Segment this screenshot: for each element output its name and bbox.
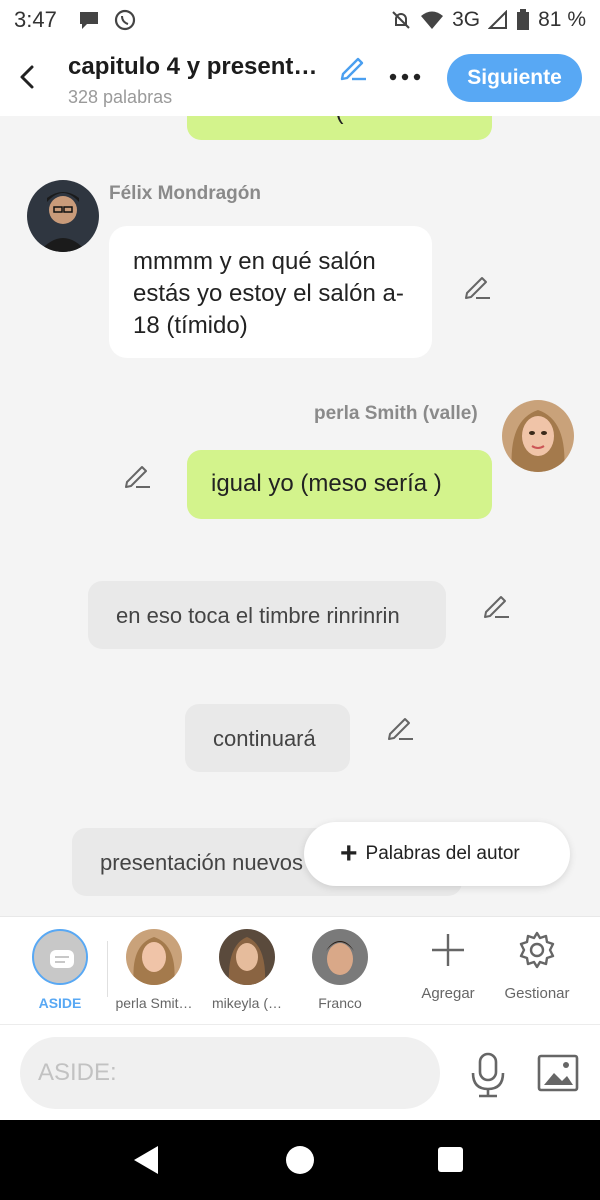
narration-bubble[interactable]: continuará — [185, 704, 350, 772]
battery-icon — [517, 9, 530, 30]
word-count: 328 palabras — [68, 87, 173, 107]
composer — [0, 1024, 600, 1120]
edit-message-pencil-icon[interactable] — [462, 271, 492, 301]
avatar-felix[interactable] — [27, 180, 99, 252]
manage-characters-button[interactable]: Gestionar — [492, 917, 582, 1025]
avatar-perla[interactable] — [502, 400, 574, 472]
add-character-button[interactable]: Agregar — [403, 917, 493, 1025]
signal-icon — [488, 10, 508, 29]
whatsapp-icon — [114, 9, 135, 31]
character-bar: ASIDE perla Smit… mikeyla (… Franco Agre… — [0, 916, 600, 1024]
character-name: perla Smith (valle) — [314, 403, 478, 424]
character-label: perla Smit… — [115, 995, 193, 1011]
character-name: Félix Mondragón — [109, 183, 261, 204]
message-text: ( — [336, 116, 344, 125]
status-bar: 3:47 3G 81 % — [0, 0, 600, 40]
story-header: capitulo 4 y present… 328 palabras Sigui… — [0, 40, 600, 116]
manage-label: Gestionar — [504, 985, 570, 1002]
character-label: Franco — [318, 995, 362, 1011]
more-options-icon[interactable] — [387, 62, 423, 92]
mute-icon — [392, 11, 410, 29]
battery-level: 81 % — [538, 8, 586, 31]
character-label: mikeyla (… — [211, 995, 282, 1011]
edit-message-pencil-icon[interactable] — [385, 712, 415, 742]
nav-home-icon[interactable] — [286, 1146, 314, 1174]
message-bubble[interactable]: igual yo (meso sería ) — [187, 450, 492, 519]
author-words-button[interactable]: + Palabras del autor — [304, 822, 570, 886]
message-bubble-partial[interactable]: ( — [187, 116, 492, 140]
message-text: continuará — [213, 726, 316, 751]
gear-icon — [519, 931, 555, 969]
divider — [107, 941, 108, 997]
story-title[interactable]: capitulo 4 y present… — [68, 53, 317, 81]
character-avatar — [219, 929, 275, 985]
character-franco[interactable]: Franco — [295, 917, 385, 1025]
character-mikeyla[interactable]: mikeyla (… — [202, 917, 292, 1025]
plus-icon: + — [340, 837, 358, 870]
author-words-label: Palabras del autor — [365, 843, 520, 864]
character-aside[interactable]: ASIDE — [15, 917, 105, 1025]
character-avatar — [126, 929, 182, 985]
next-button[interactable]: Siguiente — [447, 54, 582, 102]
add-plus-icon — [432, 934, 464, 966]
character-avatar — [312, 929, 368, 985]
message-text: mmmm y en qué salón estás yo estoy el sa… — [133, 248, 404, 339]
character-label: ASIDE — [38, 995, 82, 1011]
network-type: 3G — [452, 8, 481, 31]
edit-message-pencil-icon[interactable] — [481, 590, 511, 620]
message-text: en eso toca el timbre rinrinrin — [116, 603, 400, 628]
message-bubble[interactable]: mmmm y en qué salón estás yo estoy el sa… — [109, 226, 432, 358]
nav-recents-icon[interactable] — [438, 1147, 463, 1172]
edit-title-pencil-icon[interactable] — [338, 52, 368, 82]
add-label: Agregar — [421, 985, 475, 1002]
aside-avatar — [32, 929, 88, 985]
nav-back-icon[interactable] — [130, 1144, 162, 1176]
message-text: igual yo (meso sería ) — [211, 470, 442, 497]
system-nav-bar — [0, 1120, 600, 1200]
edit-message-pencil-icon[interactable] — [122, 460, 152, 490]
chat-notification-icon — [79, 12, 98, 29]
chat-area[interactable]: ( Félix Mondragón mmmm y en qué salón es… — [0, 116, 600, 916]
status-time: 3:47 — [14, 7, 57, 32]
narration-bubble[interactable]: en eso toca el timbre rinrinrin — [88, 581, 446, 649]
message-input[interactable] — [20, 1037, 440, 1109]
microphone-icon[interactable] — [466, 1051, 510, 1099]
image-icon[interactable] — [536, 1053, 580, 1093]
back-arrow-icon[interactable] — [14, 60, 42, 94]
character-perla[interactable]: perla Smit… — [109, 917, 199, 1025]
message-text: presentación nuevos — [100, 850, 304, 875]
wifi-icon — [421, 11, 444, 29]
